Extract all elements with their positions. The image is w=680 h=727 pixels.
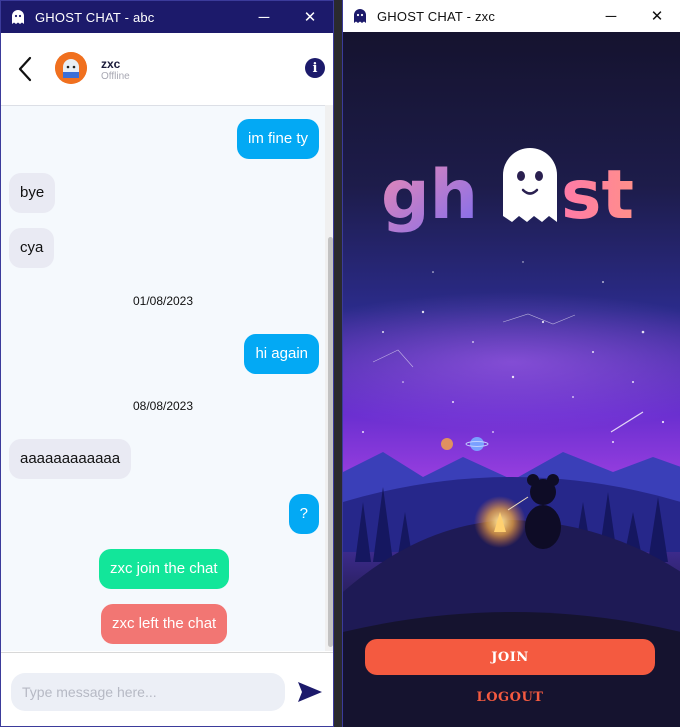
- message-composer: [1, 652, 333, 726]
- message-outgoing[interactable]: im fine ty: [236, 119, 319, 159]
- titlebar[interactable]: GHOST CHAT - zxc ─ ✕: [343, 0, 680, 32]
- ghost-app-icon: [12, 10, 24, 24]
- logo-text-gh: gh: [381, 156, 478, 235]
- message-incoming[interactable]: bye: [9, 173, 56, 213]
- chevron-left-icon[interactable]: [13, 53, 37, 85]
- join-button[interactable]: JOIN: [365, 639, 655, 675]
- scrollbar[interactable]: [325, 105, 333, 651]
- chat-window-zxc: GHOST CHAT - zxc ─ ✕ gh st JOIN LOGOUT: [342, 0, 680, 727]
- window-title: GHOST CHAT - abc: [35, 9, 155, 25]
- minimize-button[interactable]: ─: [588, 0, 634, 32]
- chat-window-abc: GHOST CHAT - abc ─ ✕ zxc Offline i im fi…: [0, 0, 334, 727]
- message-list[interactable]: im fine ty bye cya 01/08/2023 hi again 0…: [1, 105, 325, 651]
- info-glyph: i: [312, 60, 318, 76]
- window-title: GHOST CHAT - zxc: [377, 8, 496, 24]
- send-icon[interactable]: [297, 680, 323, 704]
- scrollbar-thumb[interactable]: [328, 237, 333, 647]
- splash-illustration: gh st: [343, 32, 680, 727]
- logo-text-st: st: [561, 156, 634, 235]
- ghost-app-icon: [354, 9, 366, 23]
- minimize-button[interactable]: ─: [241, 1, 287, 33]
- message-input[interactable]: [11, 673, 285, 711]
- logout-button[interactable]: LOGOUT: [365, 685, 655, 709]
- system-left-message: zxc left the chat: [101, 604, 228, 644]
- close-button[interactable]: ✕: [634, 0, 680, 32]
- close-button[interactable]: ✕: [287, 1, 333, 33]
- date-separator: 08/08/2023: [132, 399, 194, 413]
- contact-name: zxc: [101, 57, 121, 71]
- chat-header: zxc Offline i: [1, 33, 333, 105]
- message-outgoing[interactable]: hi again: [244, 334, 319, 374]
- message-outgoing[interactable]: ?: [288, 494, 319, 534]
- info-icon[interactable]: i: [305, 58, 325, 78]
- avatar[interactable]: [55, 52, 87, 84]
- contact-status: Offline: [101, 71, 130, 82]
- date-separator: 01/08/2023: [132, 294, 194, 308]
- message-incoming[interactable]: aaaaaaaaaaaa: [9, 439, 132, 479]
- titlebar[interactable]: GHOST CHAT - abc ─ ✕: [1, 1, 333, 33]
- message-incoming[interactable]: cya: [9, 228, 55, 268]
- system-join-message: zxc join the chat: [99, 549, 229, 589]
- ghost-avatar-icon: [55, 52, 87, 84]
